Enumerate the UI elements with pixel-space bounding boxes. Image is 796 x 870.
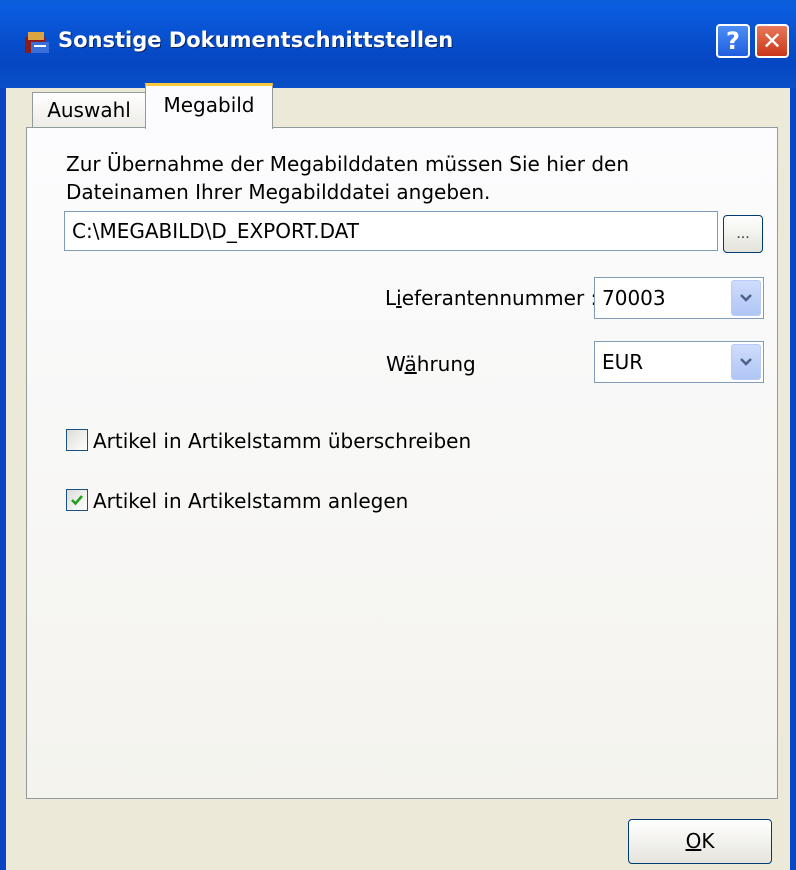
- create-articles-checkbox[interactable]: [66, 489, 88, 511]
- window-border-right: [790, 88, 796, 870]
- description-line-2: Dateinamen Ihrer Megabilddatei angeben.: [66, 180, 491, 204]
- help-button[interactable]: ?: [716, 24, 750, 58]
- close-button[interactable]: ✕: [755, 24, 789, 58]
- overwrite-articles-checkbox[interactable]: [66, 429, 88, 451]
- overwrite-articles-label[interactable]: Artikel in Artikelstamm überschreiben: [93, 427, 471, 455]
- checkmark-icon: [71, 495, 83, 506]
- chevron-down-icon: [740, 294, 752, 302]
- title-bar[interactable]: Sonstige Dokumentschnittstellen ? ✕: [0, 0, 796, 88]
- dialog-window: Sonstige Dokumentschnittstellen ? ✕ Ausw…: [0, 0, 796, 870]
- window-border-left: [0, 88, 6, 870]
- tab-megabild[interactable]: Megabild: [145, 83, 273, 129]
- window-title: Sonstige Dokumentschnittstellen: [58, 28, 454, 52]
- waehrung-value[interactable]: EUR: [602, 342, 643, 382]
- description-text: Zur Übernahme der Megabilddaten müssen S…: [66, 150, 756, 206]
- ok-button[interactable]: OK: [628, 819, 772, 864]
- waehrung-dropdown-button[interactable]: [731, 344, 761, 380]
- lieferantennummer-dropdown-button[interactable]: [731, 280, 761, 316]
- tab-auswahl[interactable]: Auswahl: [32, 92, 146, 128]
- browse-button[interactable]: ...: [723, 215, 763, 253]
- waehrung-label: Währung: [386, 352, 476, 376]
- app-icon: [25, 32, 49, 53]
- close-icon: ✕: [761, 27, 783, 55]
- lieferantennummer-value[interactable]: 70003: [602, 278, 666, 318]
- lieferantennummer-combo[interactable]: 70003: [594, 277, 764, 319]
- waehrung-combo[interactable]: EUR: [594, 341, 764, 383]
- file-path-input[interactable]: C:\MEGABILD\D_EXPORT.DAT: [64, 211, 718, 251]
- lieferantennummer-label: Lieferantennummer :: [385, 286, 598, 310]
- description-line-1: Zur Übernahme der Megabilddaten müssen S…: [66, 152, 629, 176]
- chevron-down-icon: [740, 358, 752, 366]
- create-articles-label[interactable]: Artikel in Artikelstamm anlegen: [93, 487, 408, 515]
